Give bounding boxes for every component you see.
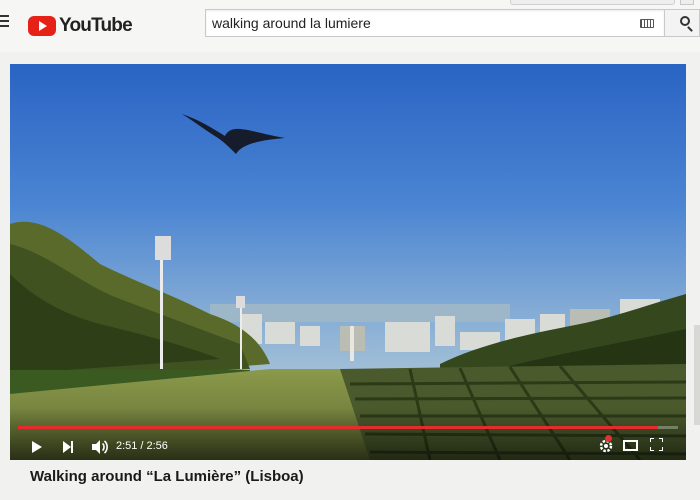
browser-toolbar-fragment — [510, 0, 675, 5]
video-player[interactable]: 2:51/2:56 — [10, 64, 686, 460]
time-display: 2:51/2:56 — [116, 440, 168, 452]
video-title: Walking around “La Lumière” (Lisboa) — [30, 468, 304, 485]
page-edge — [694, 325, 700, 425]
search-icon — [680, 16, 690, 26]
volume-icon[interactable] — [90, 438, 110, 456]
search-box — [205, 9, 665, 37]
window-close-fragment — [680, 0, 694, 5]
theater-mode-button[interactable] — [623, 440, 638, 451]
controls-gradient — [10, 408, 686, 460]
progress-bar-fill — [18, 426, 658, 429]
video-frame — [10, 64, 686, 460]
keyboard-icon[interactable] — [640, 19, 654, 28]
hamburger-menu-icon[interactable] — [0, 15, 9, 27]
header: YouTube — [0, 0, 700, 52]
play-button[interactable] — [30, 440, 44, 454]
duration: 2:56 — [146, 440, 168, 452]
current-time: 2:51 — [116, 440, 138, 452]
hd-badge-icon — [605, 435, 612, 442]
fullscreen-button[interactable] — [649, 437, 664, 452]
search-button[interactable] — [665, 9, 700, 37]
next-button[interactable] — [62, 440, 76, 454]
youtube-logo[interactable]: YouTube — [28, 15, 133, 37]
progress-bar[interactable] — [18, 426, 678, 429]
search-input[interactable] — [206, 10, 626, 36]
logo-text: YouTube — [59, 15, 133, 36]
youtube-play-icon — [28, 16, 56, 36]
